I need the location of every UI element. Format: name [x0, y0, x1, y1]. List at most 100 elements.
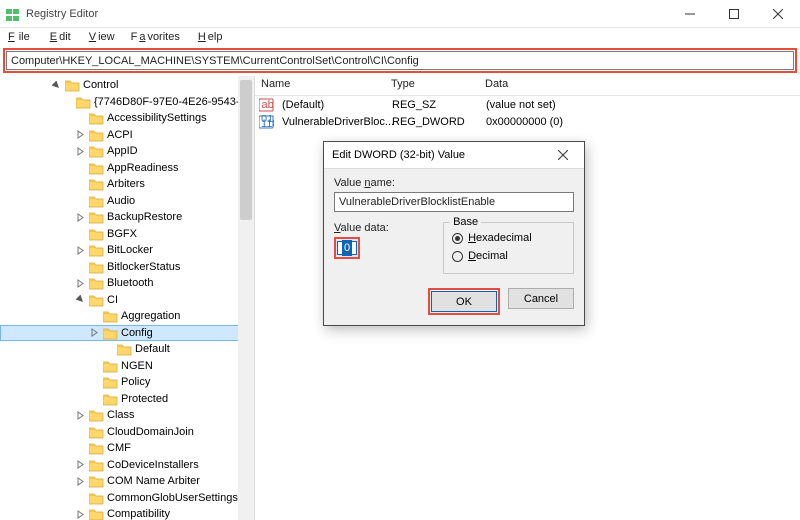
value-row[interactable]: (Default)REG_SZ(value not set) [255, 96, 800, 113]
value-type: REG_SZ [386, 99, 480, 111]
expand-icon[interactable] [52, 81, 65, 90]
tree-item-label: Config [121, 325, 153, 342]
column-headers: Name Type Data [255, 76, 800, 96]
tree-item[interactable]: BitLocker [0, 242, 254, 259]
tree-item-label: Arbiters [107, 176, 145, 193]
expand-icon[interactable] [76, 460, 89, 469]
expand-icon[interactable] [76, 279, 89, 288]
radio-decimal[interactable]: Decimal [452, 247, 565, 265]
tree-item[interactable]: Protected [0, 391, 254, 408]
value-data: (value not set) [480, 99, 800, 111]
expand-icon[interactable] [90, 328, 103, 337]
expand-icon[interactable] [76, 295, 89, 304]
expand-icon[interactable] [76, 477, 89, 486]
tree-item[interactable]: {7746D80F-97E0-4E26-9543-26B [0, 94, 254, 111]
folder-icon [103, 359, 118, 373]
edit-dword-dialog: Edit DWORD (32-bit) Value Value name: Va… [323, 141, 585, 326]
tree-item[interactable]: CoDeviceInstallers [0, 457, 254, 474]
tree-item-label: BitLocker [107, 242, 153, 259]
tree-item[interactable]: Arbiters [0, 176, 254, 193]
tree-scrollbar[interactable] [238, 76, 254, 520]
close-button[interactable] [756, 0, 800, 28]
folder-icon [103, 392, 118, 406]
tree-item-label: CI [107, 292, 118, 309]
tree-item[interactable]: CMF [0, 440, 254, 457]
folder-icon [89, 177, 104, 191]
tree-item-label: NGEN [121, 358, 153, 375]
folder-icon [89, 243, 104, 257]
folder-icon [89, 474, 104, 488]
folder-icon [89, 507, 104, 520]
folder-icon [89, 260, 104, 274]
radio-hexadecimal[interactable]: Hexadecimal [452, 229, 565, 247]
cancel-button[interactable]: Cancel [508, 288, 574, 309]
value-type: REG_DWORD [386, 116, 480, 128]
tree-item[interactable]: CI [0, 292, 254, 309]
folder-icon [65, 78, 80, 92]
folder-icon [89, 210, 104, 224]
tree-item-label: CommonGlobUserSettings [107, 490, 238, 507]
expand-icon[interactable] [76, 130, 89, 139]
expand-icon[interactable] [76, 411, 89, 420]
minimize-button[interactable] [668, 0, 712, 28]
tree-item-label: Policy [121, 374, 150, 391]
column-name[interactable]: Name [255, 76, 385, 95]
tree-item-label: Bluetooth [107, 275, 153, 292]
tree-item[interactable]: CommonGlobUserSettings [0, 490, 254, 507]
folder-icon [89, 441, 104, 455]
maximize-button[interactable] [712, 0, 756, 28]
tree-item[interactable]: Config [0, 325, 254, 342]
value-data: 0x00000000 (0) [480, 116, 800, 128]
folder-icon [89, 425, 104, 439]
expand-icon[interactable] [76, 147, 89, 156]
tree-item[interactable]: COM Name Arbiter [0, 473, 254, 490]
value-type-icon [259, 98, 274, 112]
folder-icon [89, 408, 104, 422]
expand-icon[interactable] [76, 510, 89, 519]
menu-help[interactable]: Help [194, 30, 225, 44]
menu-favorites[interactable]: Favorites [129, 30, 182, 44]
folder-icon [89, 276, 104, 290]
menu-view[interactable]: View [85, 30, 117, 44]
tree-item[interactable]: AccessibilitySettings [0, 110, 254, 127]
tree-item[interactable]: BackupRestore [0, 209, 254, 226]
tree-item[interactable]: Audio [0, 193, 254, 210]
tree-item[interactable]: BGFX [0, 226, 254, 243]
tree-item[interactable]: Class [0, 407, 254, 424]
app-icon [6, 7, 20, 21]
value-name-field[interactable] [334, 192, 574, 212]
tree-item[interactable]: ACPI [0, 127, 254, 144]
tree-item-label: BackupRestore [107, 209, 182, 226]
tree-item-label: BitlockerStatus [107, 259, 180, 276]
value-row[interactable]: VulnerableDriverBloc...REG_DWORD0x000000… [255, 113, 800, 130]
tree-item[interactable]: BitlockerStatus [0, 259, 254, 276]
tree-item-label: Control [83, 77, 118, 94]
value-data-label: Value data: [334, 222, 433, 234]
value-data-highlight: 0 [334, 237, 360, 259]
tree-item-label: Default [135, 341, 170, 358]
tree-item[interactable]: Bluetooth [0, 275, 254, 292]
menu-edit[interactable]: Edit [46, 30, 73, 44]
address-bar[interactable]: Computer\HKEY_LOCAL_MACHINE\SYSTEM\Curre… [6, 51, 794, 70]
tree-item[interactable]: Default [0, 341, 254, 358]
expand-icon[interactable] [76, 246, 89, 255]
menu-file[interactable]: File [4, 30, 34, 44]
tree-item[interactable]: Control [0, 77, 254, 94]
tree-item[interactable]: AppID [0, 143, 254, 160]
tree-item[interactable]: Aggregation [0, 308, 254, 325]
tree-item[interactable]: Policy [0, 374, 254, 391]
address-bar-highlight: Computer\HKEY_LOCAL_MACHINE\SYSTEM\Curre… [0, 46, 800, 76]
ok-button[interactable]: OK [431, 291, 497, 312]
value-data-field[interactable]: 0 [337, 241, 357, 255]
column-data[interactable]: Data [479, 76, 800, 95]
tree-item[interactable]: NGEN [0, 358, 254, 375]
tree-item-label: BGFX [107, 226, 137, 243]
folder-icon [89, 293, 104, 307]
tree-item[interactable]: CloudDomainJoin [0, 424, 254, 441]
tree-item[interactable]: Compatibility [0, 506, 254, 520]
window-title: Registry Editor [26, 8, 668, 20]
dialog-close-button[interactable] [548, 142, 578, 169]
column-type[interactable]: Type [385, 76, 479, 95]
expand-icon[interactable] [76, 213, 89, 222]
tree-item[interactable]: AppReadiness [0, 160, 254, 177]
